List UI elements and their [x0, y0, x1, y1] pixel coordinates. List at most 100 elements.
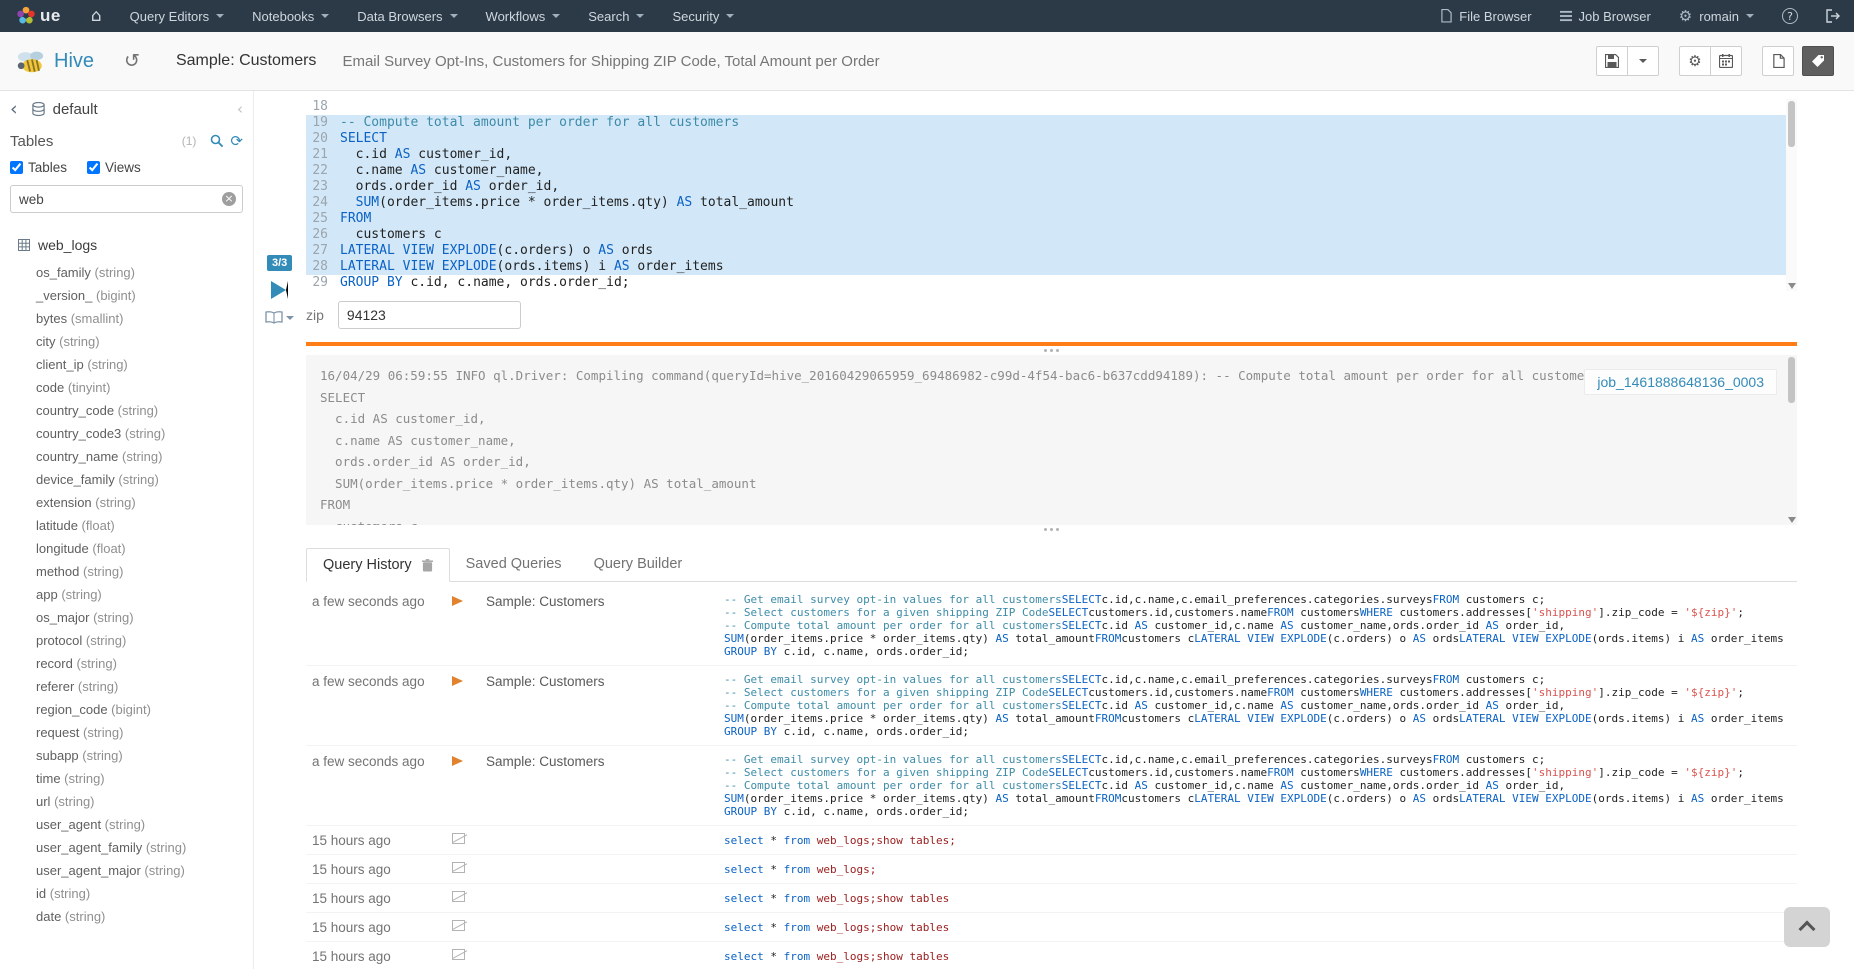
history-query-sql[interactable]: select * from web_logs;show tables; [724, 834, 1797, 847]
filter-tables-checkbox[interactable]: Tables [10, 160, 67, 175]
column-item[interactable]: country_name (string) [0, 445, 253, 468]
editor-line[interactable]: 21 c.id AS customer_id, [306, 147, 1797, 163]
editor-line[interactable]: 29GROUP BY c.id, c.name, ords.order_id; [306, 275, 1797, 291]
column-item[interactable]: protocol (string) [0, 629, 253, 652]
column-item[interactable]: date (string) [0, 905, 253, 928]
results-resize-handle[interactable] [306, 525, 1797, 534]
column-item[interactable]: _version_ (bigint) [0, 284, 253, 307]
menu-search[interactable]: Search [574, 0, 658, 32]
log-resize-handle[interactable] [306, 346, 1797, 355]
history-query-sql[interactable]: -- Get email survey opt-in values for al… [724, 593, 1797, 658]
column-item[interactable]: time (string) [0, 767, 253, 790]
history-row[interactable]: a few seconds agoSample: Customers-- Get… [306, 745, 1797, 825]
history-row[interactable]: a few seconds agoSample: Customers-- Get… [306, 586, 1797, 665]
editor-line[interactable]: 25FROM [306, 211, 1797, 227]
editor-line[interactable]: 19-- Compute total amount per order for … [306, 115, 1797, 131]
column-item[interactable]: country_code3 (string) [0, 422, 253, 445]
column-item[interactable]: longitude (float) [0, 537, 253, 560]
history-query-sql[interactable]: select * from web_logs;show tables [724, 950, 1797, 963]
editor-line[interactable]: 23 ords.order_id AS order_id, [306, 179, 1797, 195]
history-row[interactable]: 15 hours agoselect * from web_logs;show … [306, 912, 1797, 941]
refresh-tables-button[interactable]: ⟳ [230, 132, 243, 150]
menu-data-browsers[interactable]: Data Browsers [343, 0, 471, 32]
clear-search-icon[interactable]: × [222, 192, 236, 206]
history-query-sql[interactable]: select * from web_logs;show tables [724, 892, 1797, 905]
column-item[interactable]: user_agent_family (string) [0, 836, 253, 859]
column-item[interactable]: app (string) [0, 583, 253, 606]
column-item[interactable]: region_code (bigint) [0, 698, 253, 721]
table-item-web-logs[interactable]: web_logs [0, 233, 253, 257]
menu-security[interactable]: Security [658, 0, 748, 32]
column-item[interactable]: request (string) [0, 721, 253, 744]
menu-notebooks[interactable]: Notebooks [238, 0, 343, 32]
help-button[interactable]: ? [1768, 0, 1812, 32]
job-link[interactable]: job_1461888648136_0003 [1584, 369, 1777, 395]
column-item[interactable]: device_family (string) [0, 468, 253, 491]
history-row[interactable]: 15 hours agoselect * from web_logs;show … [306, 825, 1797, 854]
column-item[interactable]: client_ip (string) [0, 353, 253, 376]
execute-button[interactable] [271, 281, 288, 299]
new-document-button[interactable] [1762, 46, 1794, 76]
schedule-button[interactable] [1710, 46, 1742, 76]
user-menu[interactable]: ⚙ romain [1665, 0, 1768, 32]
file-browser-button[interactable]: File Browser [1427, 0, 1545, 32]
history-row[interactable]: a few seconds agoSample: Customers-- Get… [306, 665, 1797, 745]
column-item[interactable]: latitude (float) [0, 514, 253, 537]
scroll-down-icon[interactable] [1788, 283, 1796, 289]
variable-zip-input[interactable] [338, 301, 521, 329]
history-query-sql[interactable]: -- Get email survey opt-in values for al… [724, 753, 1797, 818]
logout-button[interactable] [1812, 0, 1854, 32]
scrollbar-thumb[interactable] [1788, 357, 1795, 403]
history-row[interactable]: 15 hours agoselect * from web_logs;show … [306, 941, 1797, 969]
column-item[interactable]: url (string) [0, 790, 253, 813]
save-button[interactable] [1596, 46, 1628, 76]
scroll-to-top-button[interactable] [1784, 907, 1830, 947]
tab-query-builder[interactable]: Query Builder [578, 548, 699, 581]
column-item[interactable]: id (string) [0, 882, 253, 905]
column-item[interactable]: referer (string) [0, 675, 253, 698]
column-item[interactable]: os_major (string) [0, 606, 253, 629]
editor-line[interactable]: 27LATERAL VIEW EXPLODE(c.orders) o AS or… [306, 243, 1797, 259]
table-search-input[interactable] [10, 185, 243, 213]
column-item[interactable]: user_agent_major (string) [0, 859, 253, 882]
editor-line[interactable]: 26 customers c [306, 227, 1797, 243]
column-item[interactable]: subapp (string) [0, 744, 253, 767]
history-query-name[interactable]: Sample: Customers [486, 593, 724, 609]
history-row[interactable]: 15 hours agoselect * from web_logs; [306, 854, 1797, 883]
history-query-sql[interactable]: -- Get email survey opt-in values for al… [724, 673, 1797, 738]
editor-line[interactable]: 24 SUM(order_items.price * order_items.q… [306, 195, 1797, 211]
search-tables-button[interactable] [210, 134, 224, 148]
column-item[interactable]: code (tinyint) [0, 376, 253, 399]
history-query-sql[interactable]: select * from web_logs; [724, 863, 1797, 876]
editor-line[interactable]: 20SELECT [306, 131, 1797, 147]
editor-scrollbar[interactable] [1786, 99, 1797, 291]
history-row[interactable]: 15 hours agoselect * from web_logs;show … [306, 883, 1797, 912]
views-checkbox-input[interactable] [87, 161, 100, 174]
hue-logo[interactable]: ue [0, 0, 77, 32]
save-options-caret-button[interactable] [1627, 46, 1659, 76]
query-history-icon-button[interactable]: ↺ [124, 50, 140, 72]
scroll-down-icon[interactable] [1788, 517, 1796, 523]
column-item[interactable]: record (string) [0, 652, 253, 675]
docs-book-button[interactable] [265, 311, 294, 324]
editor-line[interactable]: 28LATERAL VIEW EXPLODE(ords.items) i AS … [306, 259, 1797, 275]
job-browser-button[interactable]: Job Browser [1546, 0, 1665, 32]
parameters-button[interactable] [1802, 46, 1834, 76]
scrollbar-thumb[interactable] [1788, 101, 1795, 147]
column-item[interactable]: user_agent (string) [0, 813, 253, 836]
home-button[interactable]: ⌂ [77, 0, 116, 32]
column-item[interactable]: city (string) [0, 330, 253, 353]
history-query-sql[interactable]: select * from web_logs;show tables [724, 921, 1797, 934]
app-name[interactable]: Hive [54, 50, 94, 73]
query-title[interactable]: Sample: Customers [176, 52, 317, 70]
editor-line[interactable]: 18 [306, 99, 1797, 115]
menu-workflows[interactable]: Workflows [472, 0, 575, 32]
back-icon[interactable]: ‹ [10, 100, 18, 119]
column-item[interactable]: extension (string) [0, 491, 253, 514]
history-query-name[interactable]: Sample: Customers [486, 673, 724, 689]
column-item[interactable]: bytes (smallint) [0, 307, 253, 330]
tab-query-history[interactable]: Query History [306, 548, 450, 582]
column-item[interactable]: country_code (string) [0, 399, 253, 422]
log-scrollbar[interactable] [1786, 355, 1797, 525]
collapse-assist-icon[interactable]: ‹ [237, 100, 243, 118]
